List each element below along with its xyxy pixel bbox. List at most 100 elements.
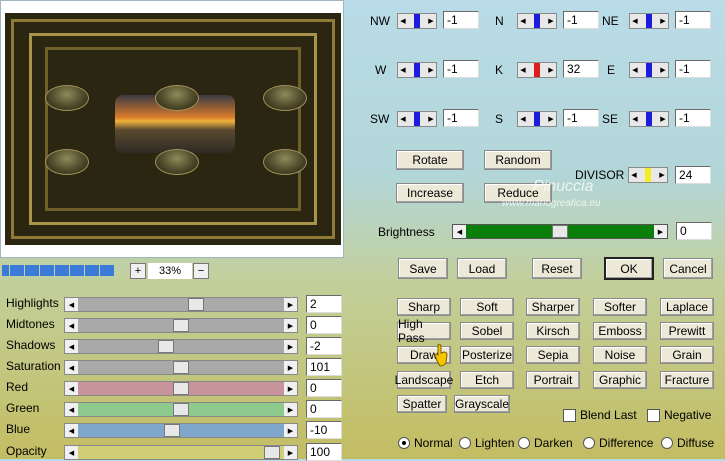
arrow-left-icon[interactable]: ◀ [629,168,639,182]
direction-spinner-sw[interactable]: ◀ ▶ [397,111,437,127]
arrow-right-icon[interactable]: ▶ [426,63,436,77]
preset-button-sharper[interactable]: Sharper [526,298,580,316]
mode-radio-difference[interactable] [583,437,595,449]
slider-field-red[interactable]: 0 [306,379,342,397]
preset-button-kirsch[interactable]: Kirsch [526,322,580,340]
preset-button-grain[interactable]: Grain [660,346,714,364]
mode-radio-normal[interactable] [398,437,410,449]
direction-spinner-nw[interactable]: ◀ ▶ [397,13,437,29]
divisor-field[interactable]: 24 [675,166,711,184]
direction-spinner-e[interactable]: ◀ ▶ [629,62,669,78]
spinner-thumb[interactable] [534,112,540,126]
spinner-thumb[interactable] [534,14,540,28]
slider-saturation[interactable]: ◀ ▶ [64,360,298,375]
direction-field-s[interactable]: -1 [563,109,599,127]
arrow-right-icon[interactable]: ▶ [426,112,436,126]
arrow-left-icon[interactable]: ◀ [65,424,78,437]
arrow-right-icon[interactable]: ▶ [284,382,297,395]
mode-radio-diffuse[interactable] [661,437,673,449]
ok-button[interactable]: OK [604,257,654,280]
direction-spinner-s[interactable]: ◀ ▶ [517,111,557,127]
slider-thumb[interactable] [173,382,189,395]
slider-field-opacity[interactable]: 100 [306,443,342,461]
slider-midtones[interactable]: ◀ ▶ [64,318,298,333]
preset-button-soft[interactable]: Soft [460,298,514,316]
arrow-right-icon[interactable]: ▶ [284,446,297,459]
arrow-left-icon[interactable]: ◀ [65,446,78,459]
arrow-left-icon[interactable]: ◀ [65,319,78,332]
slider-field-green[interactable]: 0 [306,400,342,418]
arrow-left-icon[interactable]: ◀ [65,361,78,374]
spinner-thumb[interactable] [646,63,652,77]
slider-highlights[interactable]: ◀ ▶ [64,297,298,312]
negative-checkbox[interactable] [647,409,660,422]
mode-radio-lighten[interactable] [459,437,471,449]
slider-blue[interactable]: ◀ ▶ [64,423,298,438]
arrow-right-icon[interactable]: ▶ [284,424,297,437]
slider-opacity[interactable]: ◀ ▶ [64,445,298,460]
arrow-right-icon[interactable]: ▶ [658,63,668,77]
preset-button-high-pass[interactable]: High Pass [397,317,451,345]
preset-button-noise[interactable]: Noise [593,346,647,364]
slider-thumb[interactable] [163,424,180,437]
preset-button-softer[interactable]: Softer [593,298,647,316]
direction-field-n[interactable]: -1 [563,11,599,29]
direction-field-se[interactable]: -1 [675,109,711,127]
preset-button-prewitt[interactable]: Prewitt [660,322,714,340]
preset-button-laplace[interactable]: Laplace [660,298,714,316]
random-button[interactable]: Random [484,150,552,170]
preset-button-graphic[interactable]: Graphic [593,371,647,389]
brightness-thumb[interactable] [552,225,568,238]
arrow-left-icon[interactable]: ◀ [65,382,78,395]
arrow-left-icon[interactable]: ◀ [518,63,528,77]
slider-thumb[interactable] [264,446,281,459]
brightness-slider[interactable]: ◀ ▶ [452,224,668,239]
brightness-field[interactable]: 0 [676,222,712,240]
direction-field-k[interactable]: 32 [563,60,599,78]
arrow-right-icon[interactable]: ▶ [657,168,667,182]
arrow-right-icon[interactable]: ▶ [284,403,297,416]
preset-button-sobel[interactable]: Sobel [460,322,514,340]
preset-button-etch[interactable]: Etch [460,371,514,389]
arrow-left-icon[interactable]: ◀ [65,298,78,311]
blend-last-checkbox[interactable] [563,409,576,422]
slider-field-midtones[interactable]: 0 [306,316,342,334]
arrow-left-icon[interactable]: ◀ [518,14,528,28]
spinner-thumb[interactable] [414,63,420,77]
arrow-right-icon[interactable]: ▶ [284,361,297,374]
arrow-right-icon[interactable]: ▶ [658,112,668,126]
direction-field-e[interactable]: -1 [675,60,711,78]
zoom-in-button[interactable]: + [130,263,146,279]
cancel-button[interactable]: Cancel [663,258,713,279]
arrow-right-icon[interactable]: ▶ [658,14,668,28]
direction-field-w[interactable]: -1 [443,60,479,78]
arrow-right-icon[interactable]: ▶ [284,319,297,332]
slider-thumb[interactable] [157,340,174,353]
direction-spinner-w[interactable]: ◀ ▶ [397,62,437,78]
slider-green[interactable]: ◀ ▶ [64,402,298,417]
preset-button-sharp[interactable]: Sharp [397,298,451,316]
arrow-left-icon[interactable]: ◀ [398,63,408,77]
arrow-left-icon[interactable]: ◀ [630,14,640,28]
slider-field-saturation[interactable]: 101 [306,358,342,376]
arrow-left-icon[interactable]: ◀ [518,112,528,126]
direction-spinner-ne[interactable]: ◀ ▶ [629,13,669,29]
slider-red[interactable]: ◀ ▶ [64,381,298,396]
spinner-thumb[interactable] [646,112,652,126]
arrow-right-icon[interactable]: ▶ [654,225,667,238]
rotate-button[interactable]: Rotate [396,150,464,170]
slider-field-highlights[interactable]: 2 [306,295,342,313]
arrow-right-icon[interactable]: ▶ [546,112,556,126]
spinner-thumb[interactable] [646,14,652,28]
slider-thumb[interactable] [173,361,189,374]
mode-radio-darken[interactable] [518,437,530,449]
arrow-left-icon[interactable]: ◀ [398,112,408,126]
reset-button[interactable]: Reset [532,258,582,279]
arrow-right-icon[interactable]: ▶ [546,14,556,28]
slider-thumb[interactable] [188,298,205,311]
preset-button-landscape[interactable]: Landscape [395,371,453,389]
arrow-left-icon[interactable]: ◀ [630,63,640,77]
slider-field-shadows[interactable]: -2 [306,337,342,355]
preset-button-posterize[interactable]: Posterize [460,346,514,364]
save-button[interactable]: Save [398,258,448,279]
